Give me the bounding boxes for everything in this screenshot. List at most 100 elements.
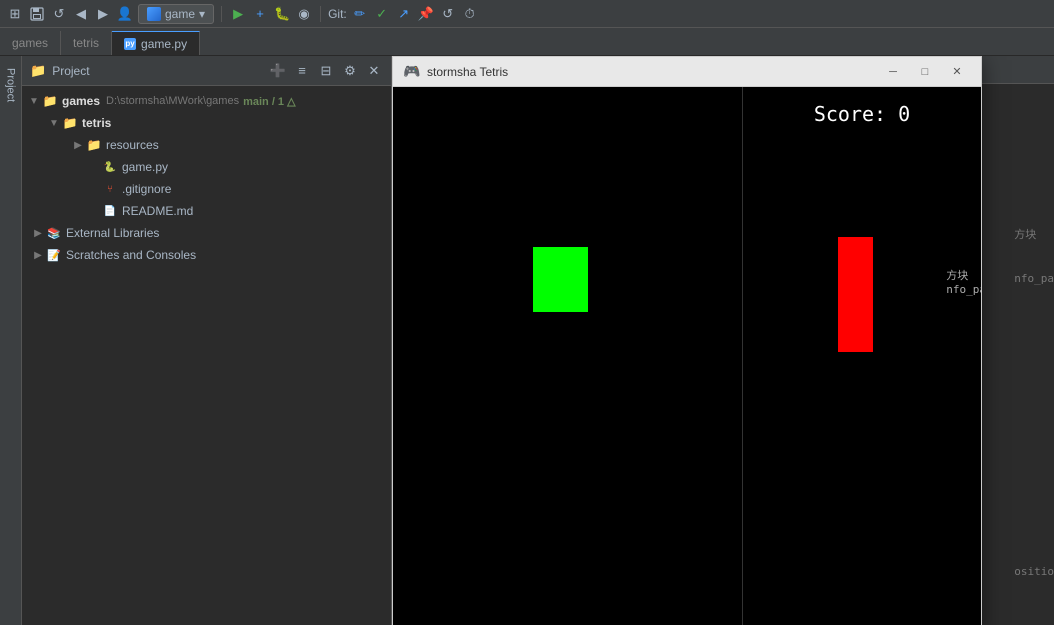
tree-item-games[interactable]: ▼ 📁 games D:\stormsha\MWork\games main /…	[22, 90, 391, 112]
tetris-app-icon: 🎮	[403, 63, 421, 81]
add-item-icon[interactable]: ➕	[269, 62, 287, 80]
file-tree: ▼ 📁 games D:\stormsha\MWork\games main /…	[22, 86, 391, 625]
new-project-icon[interactable]: ⊞	[6, 5, 24, 23]
tree-label-gamepy: game.py	[122, 160, 168, 174]
side-text-2: nfo_pa	[946, 283, 981, 296]
tab-gamepy[interactable]: py game.py	[112, 31, 200, 55]
editor-area: 🔍 Q· 289 290 291 292 293 294 295 296 297…	[392, 56, 1054, 625]
left-panel: 📁 Project ➕ ≡ ⊟ ⚙ ✕ ▼ 📁 games D:\stormsh…	[22, 56, 392, 625]
side-text-1: 方块	[946, 267, 981, 283]
tab-games-label: games	[12, 36, 48, 50]
md-file-icon: 📄	[102, 204, 118, 218]
tree-item-scratches[interactable]: ▶ 📝 Scratches and Consoles	[22, 244, 391, 266]
tree-label-games: games	[62, 94, 100, 108]
settings-icon[interactable]: ⚙	[341, 62, 359, 80]
main-content: Project 📁 Project ➕ ≡ ⊟ ⚙ ✕ ▼ 📁 games D:…	[0, 56, 1054, 625]
edge-text-1: 方块	[1014, 226, 1054, 242]
git-refresh-icon[interactable]: ↺	[439, 5, 457, 23]
score-value: 0	[898, 102, 910, 126]
tree-path-games: D:\stormsha\MWork\games	[106, 95, 239, 107]
scratches-icon: 📝	[46, 248, 62, 262]
forward-icon[interactable]: ▶	[94, 5, 112, 23]
add-config-icon[interactable]: +	[251, 5, 269, 23]
run-icon[interactable]: ▶	[229, 5, 247, 23]
save-icon[interactable]	[28, 5, 46, 23]
folder-icon-resources: 📁	[86, 138, 102, 152]
python-file-icon: py	[124, 38, 136, 50]
maximize-button[interactable]: □	[911, 62, 939, 82]
timer-icon[interactable]: ⏱	[461, 5, 479, 23]
tree-label-readme: README.md	[122, 204, 193, 218]
collapse-all-icon[interactable]: ⊟	[317, 62, 335, 80]
edge-text-3: ositio	[1014, 565, 1054, 578]
minimize-button[interactable]: ─	[879, 62, 907, 82]
tree-label-gitignore: .gitignore	[122, 182, 171, 196]
close-panel-icon[interactable]: ✕	[365, 62, 383, 80]
tetris-play-area[interactable]	[393, 87, 743, 625]
sidebar-vertical: Project	[0, 56, 22, 625]
expand-arrow-scratches: ▶	[30, 250, 46, 261]
ext-libs-icon: 📚	[46, 226, 62, 240]
tetris-titlebar: 🎮 stormsha Tetris ─ □ ✕	[393, 57, 981, 87]
tab-gamepy-label: game.py	[141, 37, 187, 51]
tree-label-tetris: tetris	[82, 116, 111, 130]
right-edge-text: 方块 nfo_pa ositio	[1014, 226, 1054, 578]
git-label: Git:	[328, 7, 347, 21]
separator	[221, 6, 222, 22]
sidebar-project-tab[interactable]: Project	[3, 60, 19, 110]
expand-arrow-extlibs: ▶	[30, 228, 46, 239]
tree-item-gitignore[interactable]: ▶ ⑂ .gitignore	[22, 178, 391, 200]
tree-item-ext-libs[interactable]: ▶ 📚 External Libraries	[22, 222, 391, 244]
folder-icon-tetris: 📁	[62, 116, 78, 130]
window-buttons: ─ □ ✕	[879, 62, 971, 82]
green-tetris-block	[533, 247, 588, 312]
tree-item-readme[interactable]: ▶ 📄 README.md	[22, 200, 391, 222]
expand-arrow-tetris: ▼	[46, 118, 62, 129]
score-label: Score:	[814, 102, 886, 126]
panel-title: Project	[52, 64, 263, 78]
back-icon[interactable]: ◀	[72, 5, 90, 23]
game-dropdown[interactable]: game ▾	[138, 4, 214, 24]
tab-tetris[interactable]: tetris	[61, 31, 112, 55]
git-push-icon[interactable]: ↗	[395, 5, 413, 23]
layout-icon[interactable]: ≡	[293, 62, 311, 80]
expand-arrow-games: ▼	[26, 96, 42, 107]
tetris-score: Score: 0	[743, 87, 981, 126]
tree-label-resources: resources	[106, 138, 159, 152]
tree-item-gamepy[interactable]: ▶ 🐍 game.py	[22, 156, 391, 178]
tetris-window[interactable]: 🎮 stormsha Tetris ─ □ ✕ Score: 0	[392, 56, 982, 625]
tetris-title: stormsha Tetris	[427, 65, 879, 79]
refresh-icon[interactable]: ↺	[50, 5, 68, 23]
tab-games[interactable]: games	[0, 31, 61, 55]
top-toolbar: ⊞ ↺ ◀ ▶ 👤 game ▾ ▶ + 🐛 ◉ Git: ✏ ✓ ↗ 📌 ↺ …	[0, 0, 1054, 28]
tree-branch-games: main / 1 △	[243, 95, 295, 108]
separator2	[320, 6, 321, 22]
git-pin-icon[interactable]: 📌	[417, 5, 435, 23]
game-icon	[147, 7, 161, 21]
tree-label-scratches: Scratches and Consoles	[66, 248, 196, 262]
tetris-info-area: Score: 0 方块 nfo_pa	[743, 87, 981, 625]
game-dropdown-arrow: ▾	[199, 7, 205, 21]
git-check-icon[interactable]: ✓	[373, 5, 391, 23]
sidebar-project-label: Project	[5, 68, 17, 102]
git-edit-icon[interactable]: ✏	[351, 5, 369, 23]
tree-item-resources[interactable]: ▶ 📁 resources	[22, 134, 391, 156]
panel-folder-icon: 📁	[30, 63, 46, 79]
tetris-game-body: Score: 0 方块 nfo_pa	[393, 87, 981, 625]
red-tetris-block	[838, 237, 873, 352]
tree-label-extlibs: External Libraries	[66, 226, 159, 240]
side-text-block: 方块 nfo_pa	[946, 267, 981, 296]
tab-bar: games tetris py game.py	[0, 28, 1054, 56]
close-button[interactable]: ✕	[943, 62, 971, 82]
tab-tetris-label: tetris	[73, 36, 99, 50]
git-file-icon: ⑂	[102, 182, 118, 196]
expand-arrow-resources: ▶	[70, 140, 86, 151]
edge-text-2: nfo_pa	[1014, 272, 1054, 285]
panel-header: 📁 Project ➕ ≡ ⊟ ⚙ ✕	[22, 56, 391, 86]
py-file-icon: 🐍	[102, 160, 118, 174]
debug-icon[interactable]: 🐛	[273, 5, 291, 23]
folder-icon-games: 📁	[42, 94, 58, 108]
coverage-icon[interactable]: ◉	[295, 5, 313, 23]
tree-item-tetris[interactable]: ▼ 📁 tetris	[22, 112, 391, 134]
user-icon[interactable]: 👤	[116, 5, 134, 23]
